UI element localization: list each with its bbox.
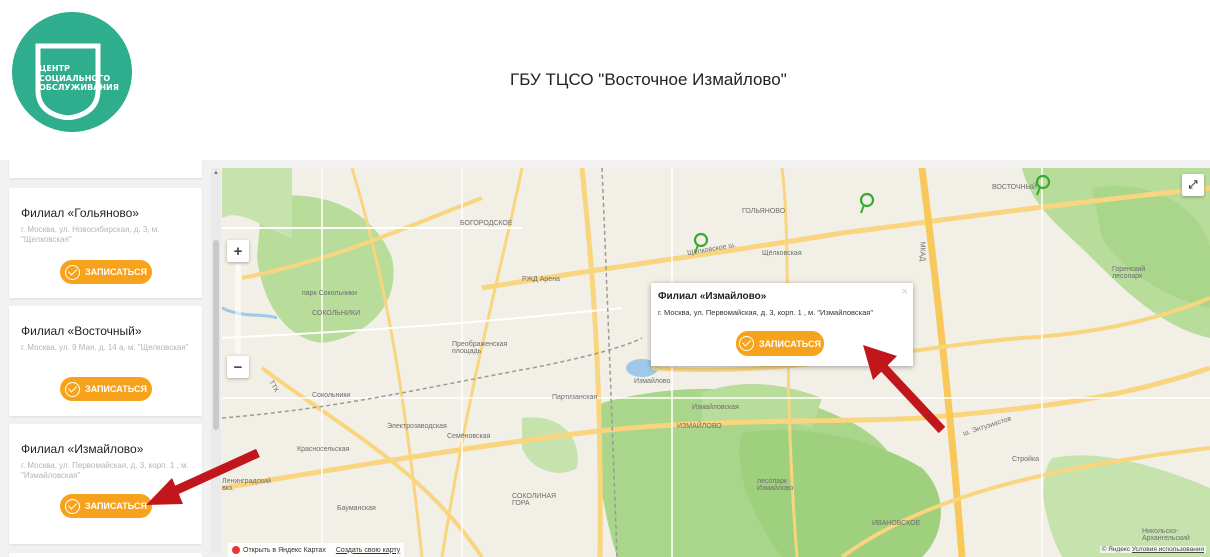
map-pin-icon[interactable] — [1034, 174, 1052, 196]
close-icon[interactable]: × — [902, 286, 908, 298]
signup-button[interactable]: ЗАПИСАТЬСЯ — [60, 260, 152, 284]
map-label: парк Сокольники — [302, 290, 357, 297]
map-label: Измайловская — [692, 404, 739, 411]
map-label: БОГОРОДСКОЕ — [460, 220, 513, 227]
check-circle-icon — [65, 264, 80, 280]
map-label: Никольско-Архангельский — [1142, 528, 1190, 542]
check-circle-icon — [739, 336, 754, 351]
map-label: РЖД Арена — [522, 276, 560, 283]
open-in-yandex-label: Открыть в Яндекс Картах — [243, 546, 326, 554]
list-item: Филиал «Гольяново» г. Москва, ул. Новоси… — [9, 188, 202, 298]
map-label: Красносельская — [297, 446, 350, 453]
branch-address: г. Москва, ул. Первомайская, д. 3, корп.… — [21, 461, 189, 480]
yandex-pin-icon — [232, 546, 240, 554]
logo-line: ЦЕНТР — [39, 64, 70, 73]
zoom-slider[interactable] — [235, 264, 241, 354]
map-pin-icon[interactable] — [858, 192, 876, 214]
signup-button[interactable]: ЗАПИСАТЬСЯ — [736, 331, 824, 356]
fullscreen-icon[interactable]: ⤢ — [1182, 174, 1204, 196]
terms-link[interactable]: Условия использования — [1132, 546, 1204, 553]
list-item: Филиал «Измайлово» г. Москва, ул. Первом… — [9, 424, 202, 544]
map-footer: Открыть в Яндекс Картах Создать свою кар… — [228, 543, 405, 557]
map-label: ИВАНОВСКОЕ — [872, 520, 921, 527]
map-label: Стройка — [1012, 456, 1040, 463]
map-label: Измайлово — [634, 378, 671, 385]
page-title: ГБУ ТЦСО "Восточное Измайлово" — [510, 70, 787, 89]
map-label: СОКОЛИНАЯ ГОРА — [512, 493, 557, 507]
scroll-up-icon[interactable]: ▲ — [211, 168, 221, 178]
map-label: Партизанская — [552, 394, 598, 401]
signup-button-label: ЗАПИСАТЬСЯ — [85, 267, 147, 277]
map-label: Сокольники — [312, 392, 351, 399]
signup-button-label: ЗАПИСАТЬСЯ — [85, 501, 147, 511]
check-circle-icon — [65, 498, 80, 514]
map-label: ИЗМАЙЛОВО — [677, 423, 722, 430]
list-item — [9, 160, 202, 178]
map-label: ГОЛЬЯНОВО — [742, 208, 786, 215]
logo[interactable]: ЦЕНТР СОЦИАЛЬНОГО ОБСЛУЖИВАНИЯ — [12, 12, 132, 132]
branch-title: Филиал «Измайлово» — [21, 442, 144, 456]
signup-button-label: ЗАПИСАТЬСЯ — [85, 384, 147, 394]
map-label: Электрозаводская — [387, 423, 447, 430]
map-copyright: © Яндекс Условия использования — [1099, 546, 1206, 553]
balloon-address: г. Москва, ул. Первомайская, д. 3, корп.… — [658, 308, 874, 317]
map-label: СОКОЛЬНИКИ — [312, 310, 361, 317]
branch-address: г. Москва, ул. 9 Мая, д. 14 а, м. "Щелко… — [21, 343, 189, 352]
branch-title: Филиал «Восточный» — [21, 324, 142, 338]
map-label: ВОСТОЧНЫЙ — [992, 184, 1037, 191]
signup-button[interactable]: ЗАПИСАТЬСЯ — [60, 377, 152, 401]
map-label: Бауманская — [337, 505, 376, 512]
header: ЦЕНТР СОЦИАЛЬНОГО ОБСЛУЖИВАНИЯ ГБУ ТЦСО … — [0, 0, 1210, 160]
branch-list[interactable]: Филиал «Гольяново» г. Москва, ул. Новоси… — [0, 160, 222, 557]
balloon-title: Филиал «Измайлово» — [658, 291, 767, 302]
map-pin-icon[interactable] — [692, 232, 710, 254]
signup-button[interactable]: ЗАПИСАТЬСЯ — [60, 494, 152, 518]
list-item: Филиал «Восточный» г. Москва, ул. 9 Мая,… — [9, 306, 202, 416]
zoom-in-button[interactable]: + — [227, 240, 249, 262]
check-circle-icon — [65, 381, 80, 397]
list-item — [9, 553, 202, 557]
map-balloon: Филиал «Измайлово» г. Москва, ул. Первом… — [651, 283, 913, 366]
branch-address: г. Москва, ул. Новосибирская, д. 3, м. "… — [21, 225, 160, 244]
open-in-yandex-link[interactable]: Открыть в Яндекс Картах — [232, 546, 326, 554]
map-label: Семёновская — [447, 433, 491, 440]
zoom-out-button[interactable]: − — [227, 356, 249, 378]
scrollbar-thumb[interactable] — [213, 240, 219, 430]
map-label: МКАД — [918, 241, 926, 262]
branch-title: Филиал «Гольяново» — [21, 206, 139, 220]
map-label: Ленинградский вкз. — [222, 478, 271, 492]
logo-line: ОБСЛУЖИВАНИЯ — [39, 83, 119, 92]
map-label: лесопарк Измайлово — [757, 478, 794, 492]
copyright-text: © Яндекс — [1101, 546, 1131, 553]
map-label: Щёлковская — [762, 250, 802, 257]
logo-text: ЦЕНТР СОЦИАЛЬНОГО ОБСЛУЖИВАНИЯ — [39, 64, 129, 93]
create-map-link[interactable]: Создать свою карту — [336, 547, 400, 554]
map-label: Преображенская площадь — [452, 341, 508, 355]
logo-line: СОЦИАЛЬНОГО — [39, 73, 111, 83]
map-label: Горенский лесопарк — [1112, 266, 1146, 280]
signup-button-label: ЗАПИСАТЬСЯ — [759, 338, 821, 349]
